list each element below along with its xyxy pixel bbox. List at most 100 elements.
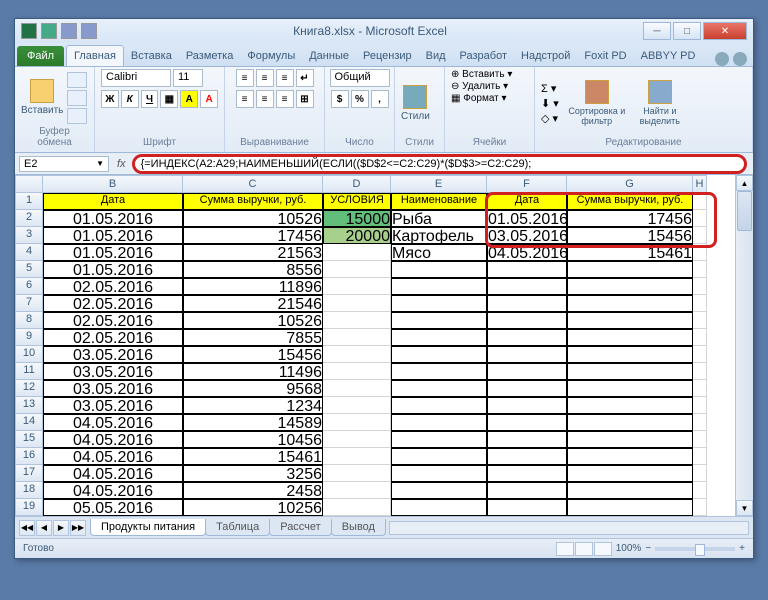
cell[interactable] <box>487 295 567 312</box>
bold-button[interactable]: Ж <box>101 90 119 108</box>
cell-date[interactable]: 03.05.2016 <box>43 363 183 380</box>
cell[interactable] <box>567 499 693 516</box>
paste-button[interactable]: Вставить <box>21 79 63 116</box>
cell[interactable] <box>487 363 567 380</box>
ribbon-tab-0[interactable]: Главная <box>66 45 124 66</box>
cell[interactable] <box>693 414 707 431</box>
format-painter-icon[interactable] <box>67 108 87 124</box>
row-header-16[interactable]: 16 <box>15 448 43 465</box>
cell-sum[interactable]: 21546 <box>183 295 323 312</box>
cell-condition[interactable]: 20000 <box>323 227 391 244</box>
col-header-B[interactable]: B <box>43 175 183 193</box>
ribbon-tab-9[interactable]: Foxit PD <box>577 46 633 66</box>
cell[interactable] <box>693 210 707 227</box>
row-header-2[interactable]: 2 <box>15 210 43 227</box>
formula-input[interactable]: {=ИНДЕКС(A2:A29;НАИМЕНЬШИЙ(ЕСЛИ(($D$2<=C… <box>132 154 747 174</box>
cell[interactable]: Сумма выручки, руб. <box>567 193 693 210</box>
cell[interactable] <box>567 431 693 448</box>
cell[interactable] <box>567 363 693 380</box>
cell-date[interactable]: 03.05.2016 <box>43 380 183 397</box>
ribbon-tab-3[interactable]: Формулы <box>240 46 302 66</box>
cell-sum[interactable]: 15456 <box>183 346 323 363</box>
cell-date[interactable]: 02.05.2016 <box>43 329 183 346</box>
cell[interactable] <box>487 397 567 414</box>
cell[interactable] <box>567 380 693 397</box>
row-header-11[interactable]: 11 <box>15 363 43 380</box>
col-header-G[interactable]: G <box>567 175 693 193</box>
row-header-14[interactable]: 14 <box>15 414 43 431</box>
cell-date[interactable]: 02.05.2016 <box>43 278 183 295</box>
percent-button[interactable]: % <box>351 90 369 108</box>
cell[interactable] <box>567 397 693 414</box>
scroll-thumb[interactable] <box>737 191 752 231</box>
cell[interactable] <box>487 380 567 397</box>
cell[interactable] <box>391 482 487 499</box>
cell-sum[interactable]: 1234 <box>183 397 323 414</box>
cell[interactable] <box>323 465 391 482</box>
horizontal-scrollbar[interactable] <box>389 521 749 535</box>
ribbon-tab-1[interactable]: Вставка <box>124 46 179 66</box>
align-center-button[interactable]: ≡ <box>256 90 274 108</box>
underline-button[interactable]: Ч <box>141 90 159 108</box>
cell[interactable] <box>567 312 693 329</box>
cell[interactable] <box>693 431 707 448</box>
ribbon-tab-10[interactable]: ABBYY PD <box>634 46 703 66</box>
cell-sum[interactable]: 14589 <box>183 414 323 431</box>
cell[interactable] <box>693 312 707 329</box>
ribbon-tab-7[interactable]: Разработ <box>453 46 514 66</box>
page-layout-button[interactable] <box>575 542 593 556</box>
cell[interactable] <box>323 363 391 380</box>
row-header-19[interactable]: 19 <box>15 499 43 516</box>
file-tab[interactable]: Файл <box>17 46 64 66</box>
minimize-button[interactable]: ─ <box>643 22 671 40</box>
cell[interactable] <box>487 346 567 363</box>
cell-condition[interactable]: 15000 <box>323 210 391 227</box>
cell[interactable] <box>693 295 707 312</box>
cell[interactable] <box>323 312 391 329</box>
cell[interactable] <box>693 465 707 482</box>
align-right-button[interactable]: ≡ <box>276 90 294 108</box>
cell-sum[interactable]: 10456 <box>183 431 323 448</box>
name-box[interactable]: E2▼ <box>19 156 109 172</box>
delete-cells-button[interactable]: ⊖ Удалить ▾ <box>451 81 508 92</box>
clear-button[interactable]: ◇ ▾ <box>541 112 559 125</box>
font-color-button[interactable]: A <box>200 90 218 108</box>
cell-date[interactable]: 01.05.2016 <box>43 227 183 244</box>
cell[interactable] <box>391 363 487 380</box>
cell[interactable] <box>693 380 707 397</box>
redo-icon[interactable] <box>81 23 97 39</box>
cell[interactable] <box>391 346 487 363</box>
find-select-button[interactable]: Найти и выделить <box>635 80 685 126</box>
cell[interactable] <box>487 482 567 499</box>
help-icon[interactable] <box>715 52 729 66</box>
cell-date[interactable]: 04.05.2016 <box>43 448 183 465</box>
fill-button[interactable]: ⬇ ▾ <box>541 97 559 110</box>
cell[interactable] <box>323 346 391 363</box>
cell[interactable] <box>693 278 707 295</box>
cell-date[interactable]: 04.05.2016 <box>43 414 183 431</box>
col-header-E[interactable]: E <box>391 175 487 193</box>
comma-button[interactable]: , <box>371 90 389 108</box>
select-all-corner[interactable] <box>15 175 43 193</box>
border-button[interactable]: ▦ <box>160 90 178 108</box>
cell[interactable] <box>693 499 707 516</box>
cell[interactable] <box>567 448 693 465</box>
sheet-tab-0[interactable]: Продукты питания <box>90 519 206 536</box>
tab-nav-first[interactable]: ◀◀ <box>19 520 35 536</box>
cell-result-date[interactable]: 04.05.2016 <box>487 244 567 261</box>
cell[interactable]: УСЛОВИЯ <box>323 193 391 210</box>
row-header-3[interactable]: 3 <box>15 227 43 244</box>
cell[interactable] <box>323 431 391 448</box>
insert-cells-button[interactable]: ⊕ Вставить ▾ <box>451 69 512 80</box>
cell-result-sum[interactable]: 15456 <box>567 227 693 244</box>
cell-date[interactable]: 05.05.2016 <box>43 499 183 516</box>
cell[interactable] <box>567 482 693 499</box>
cell[interactable] <box>567 465 693 482</box>
col-header-C[interactable]: C <box>183 175 323 193</box>
row-header-15[interactable]: 15 <box>15 431 43 448</box>
row-header-4[interactable]: 4 <box>15 244 43 261</box>
cell[interactable] <box>693 193 707 210</box>
cell[interactable] <box>323 295 391 312</box>
cell-sum[interactable]: 21563 <box>183 244 323 261</box>
cell[interactable] <box>567 414 693 431</box>
